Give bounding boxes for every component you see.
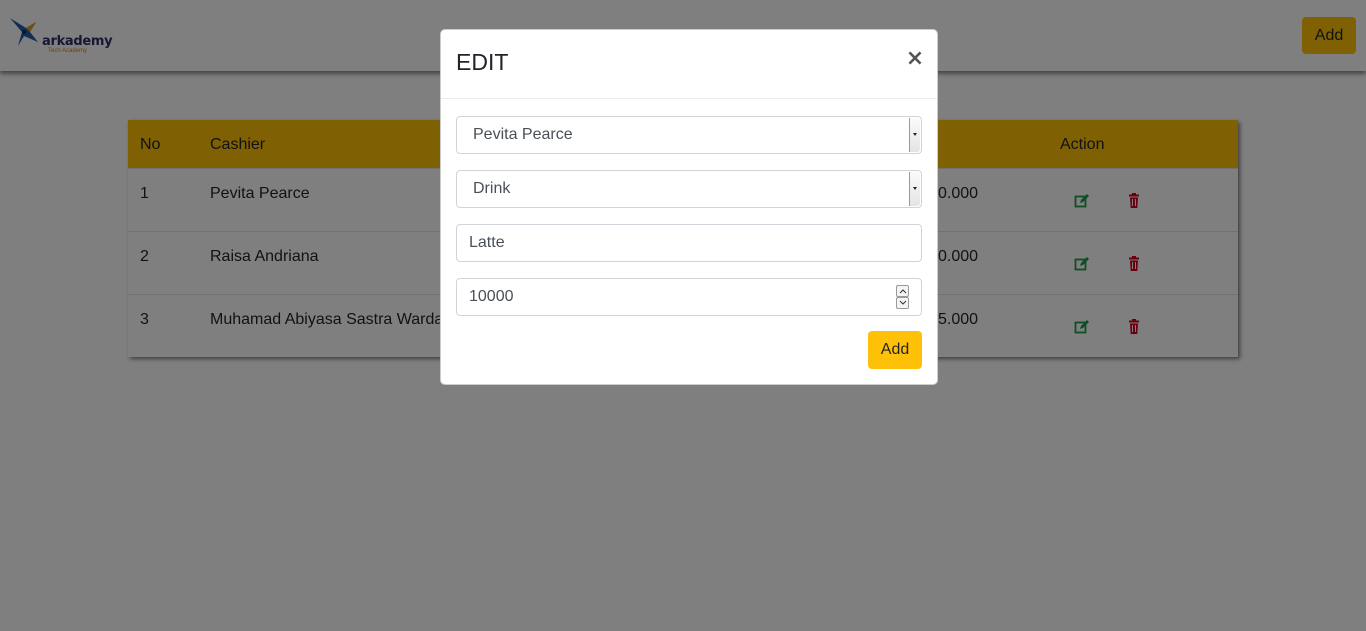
cashier-select[interactable]: Pevita Pearce — [456, 116, 922, 154]
chevron-down-icon — [899, 300, 907, 305]
price-value: 10000 — [469, 288, 514, 305]
spinner-up-button[interactable] — [896, 285, 909, 297]
chevron-up-icon — [899, 289, 907, 294]
category-select[interactable]: Drink — [456, 170, 922, 208]
cashier-select-value: Pevita Pearce — [473, 126, 573, 143]
close-icon[interactable]: × — [905, 47, 925, 71]
price-input[interactable]: 10000 — [456, 278, 922, 316]
chevron-down-icon — [909, 118, 920, 152]
modal-add-button[interactable]: Add — [868, 331, 922, 369]
category-select-value: Drink — [473, 180, 511, 197]
modal-title: EDIT — [456, 49, 509, 75]
modal-header: EDIT × — [441, 30, 937, 99]
edit-modal: EDIT × Pevita Pearce Drink Latte 10000 A… — [440, 29, 938, 385]
number-spinner[interactable] — [896, 285, 909, 309]
product-name-value: Latte — [469, 234, 505, 251]
spinner-down-button[interactable] — [896, 297, 909, 309]
product-name-input[interactable]: Latte — [456, 224, 922, 262]
chevron-down-icon — [909, 172, 920, 206]
